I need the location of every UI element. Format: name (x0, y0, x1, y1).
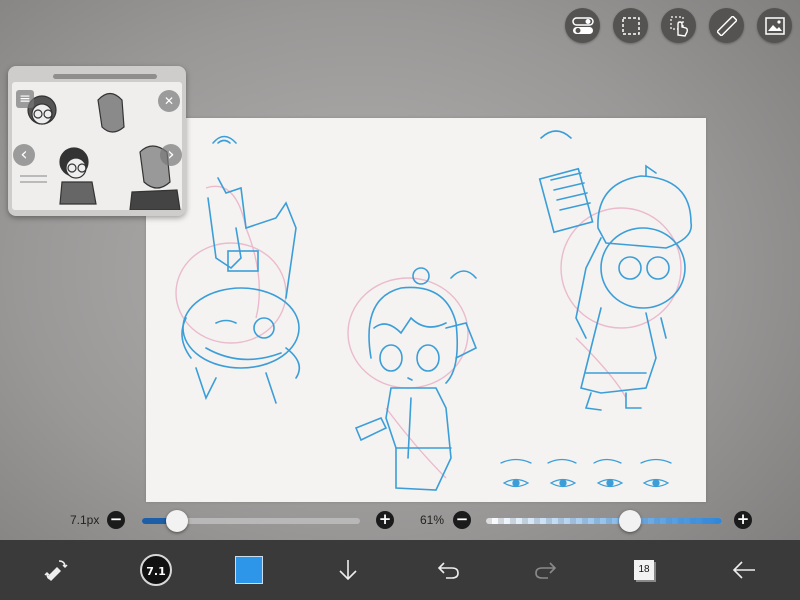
bottom-toolbar: 7.1 18 (0, 540, 800, 600)
selection-icon (621, 16, 640, 35)
redo-button[interactable] (526, 550, 566, 590)
brush-size-slider-thumb[interactable] (165, 510, 188, 532)
pink-sketch-layer (175, 185, 682, 479)
reference-image (12, 82, 182, 211)
chevron-left-icon: ‹ (20, 144, 28, 165)
close-icon: ✕ (163, 94, 175, 108)
arrow-left-icon (732, 561, 755, 579)
transfer-down-button[interactable] (328, 550, 368, 590)
toggle-icon (571, 16, 594, 34)
back-button[interactable] (724, 550, 764, 590)
brush-size-indicator: 7.1 (140, 554, 172, 586)
minus-icon: − (455, 510, 469, 528)
opacity-slider-thumb[interactable] (618, 510, 641, 532)
undo-icon (437, 562, 459, 579)
image-icon (764, 16, 785, 35)
opacity-gradient (486, 518, 722, 524)
brush-eraser-toggle-button[interactable] (36, 550, 76, 590)
minus-icon: − (109, 510, 123, 528)
layers-button[interactable]: 18 (624, 550, 664, 590)
brush-size-decrease-button[interactable]: − (107, 511, 125, 529)
brush-eraser-swap-icon (44, 560, 68, 581)
toggle-button[interactable] (565, 8, 600, 43)
reference-sketch (20, 92, 181, 211)
sketch-artwork (175, 130, 693, 491)
brush-size-label: 7.1px (70, 513, 100, 527)
top-toolbar (565, 8, 792, 43)
hand-tool-icon (669, 15, 688, 37)
plus-icon: + (736, 510, 750, 528)
color-button[interactable] (229, 550, 269, 590)
menu-icon: ≡ (19, 91, 31, 107)
reference-close-button[interactable]: ✕ (158, 90, 180, 112)
brush-size-button[interactable]: 7.1 (136, 550, 176, 590)
reference-prev-button[interactable]: ‹ (13, 144, 35, 166)
opacity-increase-button[interactable]: + (734, 511, 752, 529)
ruler-button[interactable] (709, 8, 744, 43)
layer-count-badge: 18 (634, 560, 654, 580)
undo-button[interactable] (428, 550, 468, 590)
reference-next-button[interactable]: › (160, 144, 182, 166)
reference-menu-button[interactable]: ≡ (16, 90, 34, 108)
opacity-label: 61% (420, 513, 445, 527)
chevron-right-icon: › (167, 144, 175, 165)
opacity-slider[interactable] (486, 518, 722, 524)
opacity-decrease-button[interactable]: − (453, 511, 471, 529)
hand-tool-button[interactable] (661, 8, 696, 43)
slider-row: 7.1px − + 61% − + (0, 509, 800, 533)
brush-size-increase-button[interactable]: + (376, 511, 394, 529)
reference-window[interactable]: ‹ › ✕ ≡ (8, 66, 186, 216)
ruler-icon (716, 15, 737, 36)
image-button[interactable] (757, 8, 792, 43)
redo-icon (535, 562, 557, 579)
arrow-down-icon (339, 560, 357, 581)
blue-sketch-layer (181, 130, 693, 491)
selection-button[interactable] (613, 8, 648, 43)
current-color-swatch (235, 556, 263, 584)
drawing-canvas[interactable] (146, 118, 706, 502)
plus-icon: + (378, 510, 392, 528)
reference-window-handle[interactable] (53, 74, 157, 79)
